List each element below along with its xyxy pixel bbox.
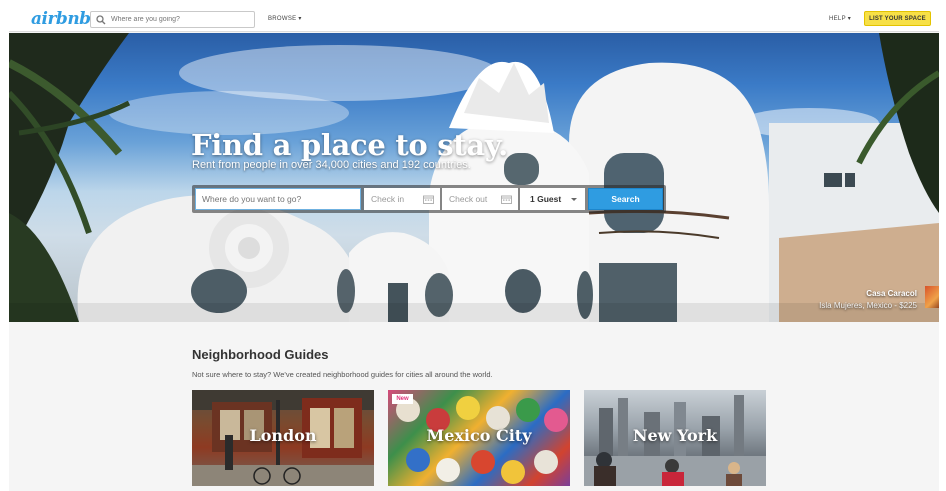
airbnb-logo[interactable]: airbnb — [31, 9, 91, 29]
hero-title: Find a place to stay. — [191, 128, 508, 162]
guide-tile-mexico-city[interactable]: New Mexico City — [388, 390, 570, 486]
listing-caption-title[interactable]: Casa Caracol — [866, 289, 917, 298]
search-icon — [96, 14, 106, 24]
destination-input[interactable] — [196, 194, 360, 204]
calendar-icon — [501, 195, 512, 204]
top-nav: airbnb BROWSE ▾ HELP ▾ LIST YOUR SPACE — [9, 6, 939, 32]
destination-field[interactable] — [195, 188, 361, 210]
checkin-label: Check in — [371, 194, 405, 204]
guests-value: 1 Guest — [530, 194, 562, 204]
header-search-input[interactable] — [111, 16, 251, 23]
search-button[interactable]: Search — [588, 188, 663, 210]
calendar-icon — [423, 195, 434, 204]
neighborhood-guides-section: Neighborhood Guides Not sure where to st… — [9, 322, 939, 491]
header-search[interactable] — [90, 11, 255, 28]
hero-photo — [9, 33, 939, 322]
checkout-label: Check out — [449, 194, 488, 204]
tile-label: New York — [632, 426, 718, 445]
host-avatar[interactable] — [925, 286, 939, 308]
tile-label: London — [249, 426, 317, 445]
browse-menu[interactable]: BROWSE ▾ — [268, 15, 302, 22]
hero-subtitle: Rent from people in over 34,000 cities a… — [192, 159, 471, 171]
hero-banner: Find a place to stay. Rent from people i… — [9, 33, 939, 322]
section-title: Neighborhood Guides — [192, 347, 329, 362]
checkout-field[interactable]: Check out — [442, 188, 518, 210]
guests-select[interactable]: 1 Guest — [520, 188, 585, 210]
new-badge: New — [392, 394, 413, 404]
hero-search-bar: Check in Check out 1 Guest Searc — [192, 185, 666, 213]
listing-caption-subtitle[interactable]: Isla Mujeres, Mexico - $225 — [819, 301, 917, 310]
chevron-down-icon — [571, 197, 577, 201]
checkin-field[interactable]: Check in — [364, 188, 440, 210]
help-menu[interactable]: HELP ▾ — [829, 15, 851, 22]
list-your-space-button[interactable]: LIST YOUR SPACE — [864, 11, 931, 26]
section-description: Not sure where to stay? We've created ne… — [192, 370, 493, 379]
guide-tile-london[interactable]: London — [192, 390, 374, 486]
tile-label: Mexico City — [426, 426, 532, 445]
guide-tile-new-york[interactable]: New York — [584, 390, 766, 486]
browser-page: airbnb BROWSE ▾ HELP ▾ LIST YOUR SPACE — [9, 6, 939, 491]
